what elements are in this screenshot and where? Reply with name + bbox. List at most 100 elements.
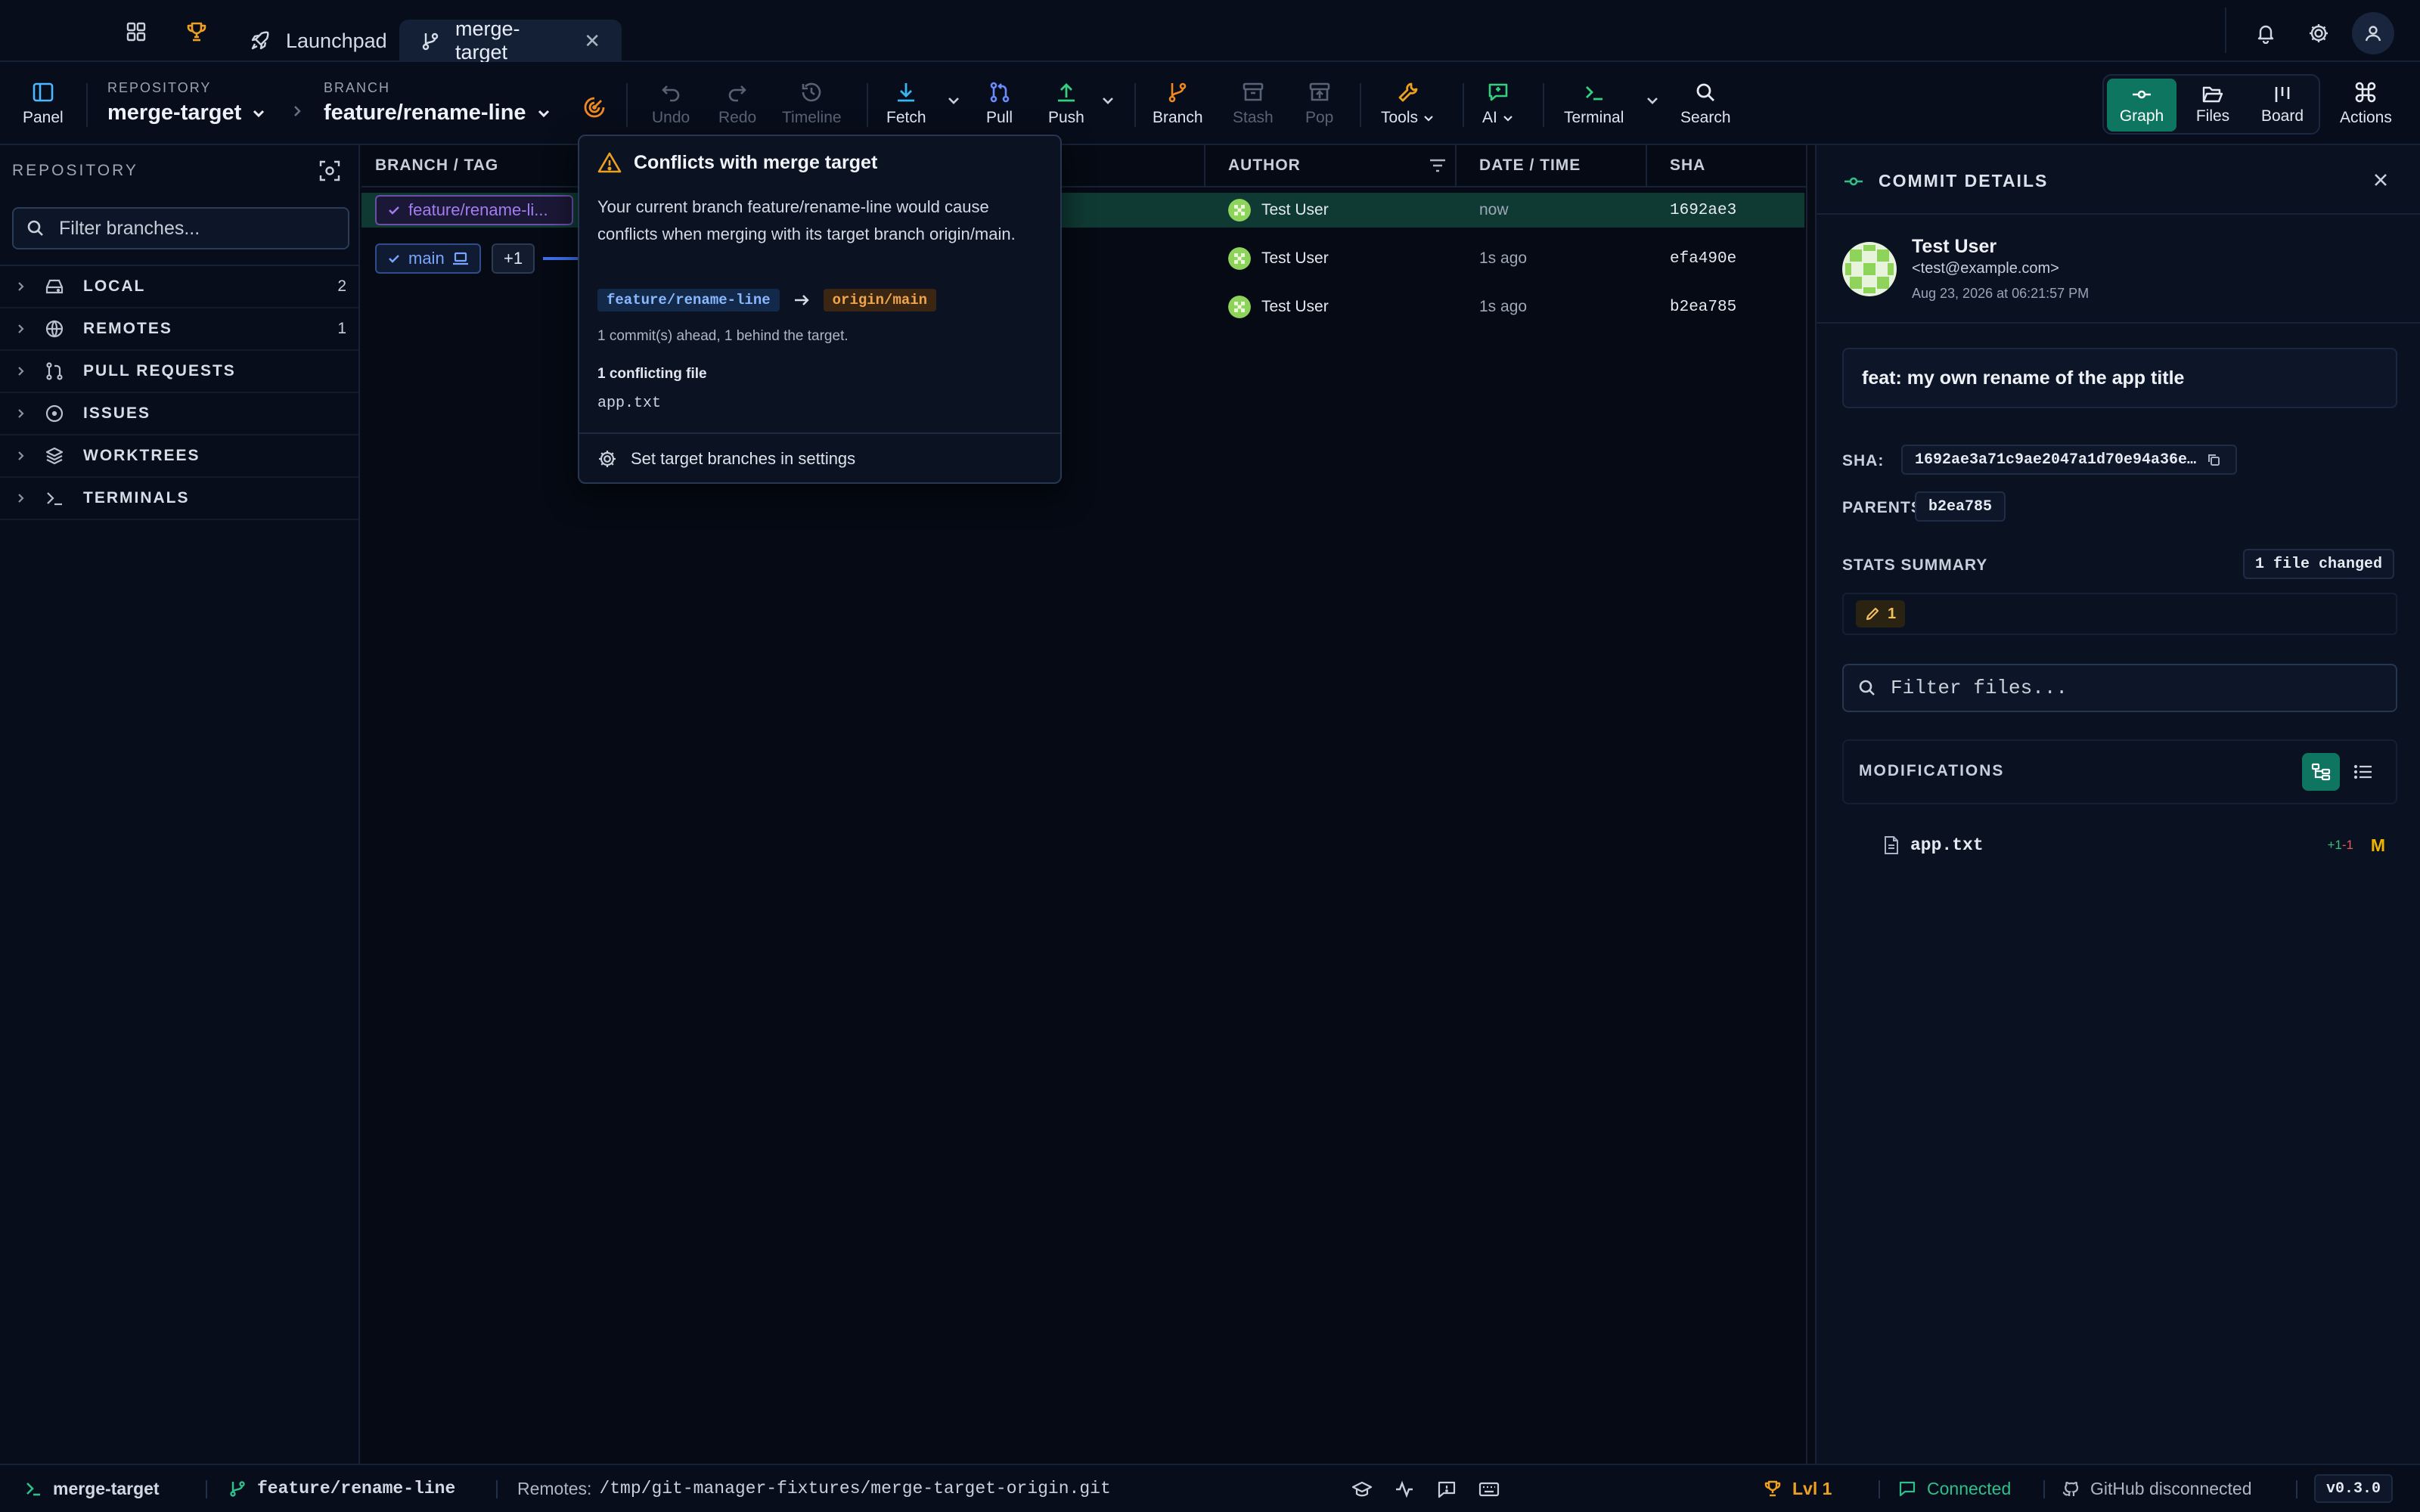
divider bbox=[1463, 83, 1464, 127]
tab-label: merge-target bbox=[455, 17, 520, 64]
file-row[interactable]: app.txt +1-1 M bbox=[1842, 826, 2397, 865]
sidebar-item-worktrees[interactable]: WORKTREES bbox=[0, 435, 358, 478]
popover-message: Your current branch feature/rename-line … bbox=[597, 197, 1016, 243]
status-repo[interactable]: merge-target bbox=[24, 1465, 160, 1512]
command-icon bbox=[2354, 80, 2377, 104]
close-icon[interactable] bbox=[2372, 171, 2390, 189]
push-button[interactable]: Push bbox=[1048, 80, 1084, 127]
pull-button[interactable]: Pull bbox=[986, 80, 1013, 127]
remotes-path: /tmp/git-manager-fixtures/merge-target-o… bbox=[599, 1479, 1111, 1498]
stash-button[interactable]: Stash bbox=[1233, 80, 1274, 127]
lines-removed: -1 bbox=[2341, 838, 2353, 852]
divider bbox=[2043, 1480, 2045, 1498]
graduation-cap-icon[interactable] bbox=[1351, 1478, 1373, 1501]
activity-icon[interactable] bbox=[1393, 1478, 1416, 1501]
column-header-author[interactable]: AUTHOR bbox=[1228, 145, 1301, 186]
column-header-branch[interactable]: BRANCH / TAG bbox=[375, 145, 498, 186]
search-icon bbox=[1859, 680, 1875, 696]
actions-button[interactable]: Actions bbox=[2340, 80, 2392, 127]
sidebar-item-label: TERMINALS bbox=[83, 489, 190, 507]
grid-icon[interactable] bbox=[119, 15, 153, 48]
search-button[interactable]: Search bbox=[1680, 80, 1731, 127]
pop-button[interactable]: Pop bbox=[1305, 80, 1333, 127]
status-repo-label: merge-target bbox=[53, 1478, 160, 1498]
repository-selector[interactable]: REPOSITORY merge-target bbox=[107, 80, 267, 125]
branch-button[interactable]: Branch bbox=[1153, 80, 1203, 127]
file-filter-input[interactable]: Filter files... bbox=[1842, 664, 2397, 712]
history-icon bbox=[800, 80, 823, 104]
branch-tag-current[interactable]: feature/rename-li... bbox=[375, 195, 573, 225]
actions-label: Actions bbox=[2340, 109, 2392, 126]
fetch-button[interactable]: Fetch bbox=[886, 80, 926, 127]
sidebar-item-issues[interactable]: ISSUES bbox=[0, 393, 358, 435]
author-name: Test User bbox=[1261, 249, 1329, 267]
view-files-button[interactable]: Files bbox=[2178, 79, 2248, 132]
modifications-label: MODIFICATIONS bbox=[1859, 762, 2005, 779]
trophy-icon[interactable] bbox=[180, 15, 213, 48]
push-options-chevron-icon[interactable] bbox=[1100, 92, 1116, 109]
redo-button[interactable]: Redo bbox=[718, 80, 756, 127]
tab-label: Launchpad bbox=[286, 29, 387, 52]
parent-sha-chip[interactable]: b2ea785 bbox=[1915, 491, 2006, 522]
close-icon[interactable]: ✕ bbox=[584, 29, 600, 53]
sidebar: REPOSITORY Filter branches... LOCAL 2 RE… bbox=[0, 145, 360, 1464]
list-view-toggle-icon[interactable] bbox=[2344, 753, 2382, 791]
tree-view-toggle-icon[interactable] bbox=[2302, 753, 2340, 791]
tab-launchpad[interactable]: Launchpad bbox=[228, 20, 408, 62]
ai-button[interactable]: AI bbox=[1482, 80, 1514, 127]
sidebar-item-label: PULL REQUESTS bbox=[83, 362, 236, 380]
terminal-button[interactable]: Terminal bbox=[1564, 80, 1624, 127]
date-cell: 1s ago bbox=[1479, 249, 1528, 267]
tools-button[interactable]: Tools bbox=[1381, 80, 1435, 127]
keyboard-icon[interactable] bbox=[1478, 1478, 1500, 1501]
modified-count: 1 bbox=[1888, 605, 1897, 622]
settings-link-label: Set target branches in settings bbox=[631, 449, 856, 468]
branch-selector[interactable]: BRANCH feature/rename-line bbox=[324, 80, 552, 125]
conflict-file-name[interactable]: app.txt bbox=[597, 395, 661, 412]
feedback-icon[interactable] bbox=[1435, 1478, 1458, 1501]
bell-icon[interactable] bbox=[2248, 15, 2284, 51]
github-status[interactable]: GitHub disconnected bbox=[2062, 1465, 2252, 1512]
copy-icon[interactable] bbox=[2207, 453, 2220, 466]
terminal-icon bbox=[1583, 80, 1606, 104]
branch-filter-input[interactable]: Filter branches... bbox=[12, 207, 349, 249]
undo-button[interactable]: Undo bbox=[652, 80, 690, 127]
view-graph-button[interactable]: Graph bbox=[2107, 79, 2176, 132]
connection-status[interactable]: Connected bbox=[1898, 1465, 2011, 1512]
view-files-label: Files bbox=[2195, 107, 2230, 125]
settings-link[interactable]: Set target branches in settings bbox=[597, 449, 855, 469]
gear-icon[interactable] bbox=[2301, 15, 2337, 51]
sidebar-item-remotes[interactable]: REMOTES 1 bbox=[0, 308, 358, 351]
push-label: Push bbox=[1048, 109, 1084, 126]
divider bbox=[579, 432, 1060, 434]
column-header-date[interactable]: DATE / TIME bbox=[1479, 145, 1581, 186]
file-icon bbox=[1883, 835, 1900, 855]
fetch-options-chevron-icon[interactable] bbox=[945, 92, 962, 109]
column-header-sha[interactable]: SHA bbox=[1670, 145, 1705, 186]
sha-value-chip[interactable]: 1692ae3a71c9ae2047a1d70e94a36e… bbox=[1901, 445, 2237, 475]
panel-button[interactable]: Panel bbox=[23, 80, 64, 127]
branch-label: BRANCH bbox=[324, 80, 391, 95]
pull-request-icon bbox=[42, 361, 67, 381]
terminal-options-chevron-icon[interactable] bbox=[1644, 92, 1661, 109]
branch-button-label: Branch bbox=[1153, 109, 1203, 126]
view-switcher: Graph Files Board bbox=[2102, 74, 2320, 135]
merge-target-status-icon[interactable] bbox=[582, 95, 607, 119]
focus-scan-icon[interactable] bbox=[318, 159, 342, 183]
timeline-button[interactable]: Timeline bbox=[782, 80, 842, 127]
fetch-label: Fetch bbox=[886, 109, 926, 126]
status-branch[interactable]: feature/rename-line bbox=[228, 1465, 455, 1512]
level-badge[interactable]: Lvl 1 bbox=[1764, 1465, 1832, 1512]
user-avatar-button[interactable] bbox=[2352, 12, 2394, 54]
branch-tag-main[interactable]: main bbox=[375, 243, 481, 274]
chevron-down-icon bbox=[250, 105, 267, 122]
filter-lines-icon[interactable] bbox=[1428, 156, 1447, 175]
tab-merge-target[interactable]: merge-target ✕ bbox=[399, 17, 622, 64]
status-branch-label: feature/rename-line bbox=[257, 1479, 456, 1498]
sidebar-item-pull-requests[interactable]: PULL REQUESTS bbox=[0, 351, 358, 393]
more-branches-badge[interactable]: +1 bbox=[492, 243, 535, 274]
view-board-button[interactable]: Board bbox=[2248, 79, 2317, 132]
sidebar-item-terminals[interactable]: TERMINALS bbox=[0, 478, 358, 520]
trophy-icon bbox=[1764, 1480, 1781, 1497]
sidebar-item-local[interactable]: LOCAL 2 bbox=[0, 266, 358, 308]
